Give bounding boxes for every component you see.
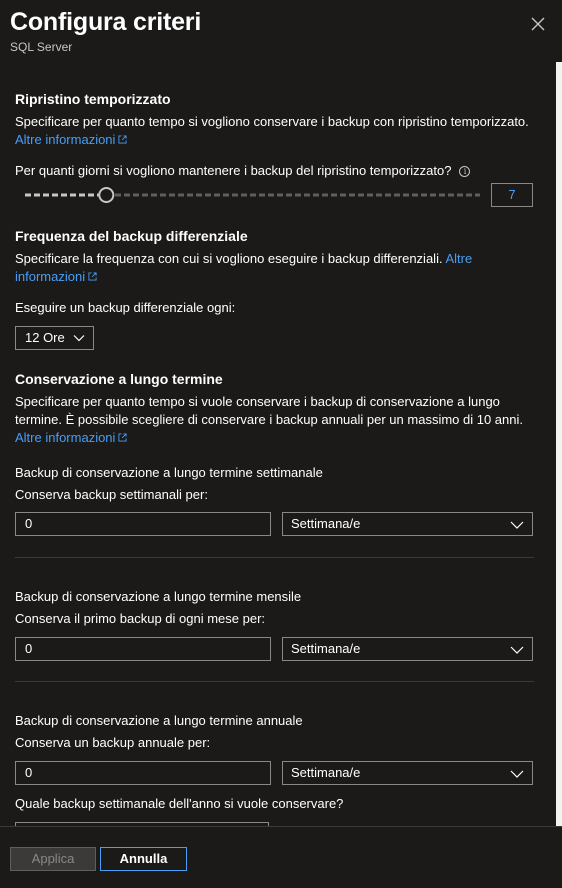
panel-subtitle: SQL Server <box>10 40 73 54</box>
weekly-retention-input[interactable]: 0 <box>15 512 271 536</box>
diff-section-title: Frequenza del backup differenziale <box>15 228 248 244</box>
ltr-more-info-link[interactable]: Altre informazioni <box>15 430 127 445</box>
scrollbar[interactable] <box>556 62 562 826</box>
weekly-unit-value: Settimana/e <box>291 516 361 531</box>
pitr-section-title: Ripristino temporizzato <box>15 91 171 107</box>
monthly-label: Conserva il primo backup di ogni mese pe… <box>15 611 266 626</box>
external-link-icon <box>118 433 127 442</box>
panel-footer: Applica Annulla <box>0 826 562 888</box>
monthly-retention-input[interactable]: 0 <box>15 637 271 661</box>
panel-header: Configura criteri SQL Server <box>0 0 562 62</box>
yearly-unit-dropdown[interactable]: Settimana/e <box>282 761 533 785</box>
divider <box>15 557 534 558</box>
chevron-down-icon <box>73 335 85 342</box>
apply-button[interactable]: Applica <box>10 847 96 871</box>
yearly-retention-input[interactable]: 0 <box>15 761 271 785</box>
weekly-label: Conserva backup settimanali per: <box>15 487 208 502</box>
weekly-heading: Backup di conservazione a lungo termine … <box>15 465 323 480</box>
chevron-down-icon <box>510 521 524 529</box>
diff-frequency-dropdown[interactable]: 12 Ore <box>15 326 94 350</box>
external-link-icon <box>118 135 127 144</box>
ltr-section-title: Conservazione a lungo termine <box>15 371 223 387</box>
panel-title: Configura criteri <box>10 8 202 36</box>
monthly-heading: Backup di conservazione a lungo termine … <box>15 589 302 604</box>
yearly-week-question: Quale backup settimanale dell'anno si vu… <box>15 796 344 811</box>
pitr-description: Specificare per quanto tempo si vogliono… <box>15 114 529 147</box>
cancel-button[interactable]: Annulla <box>100 847 187 871</box>
pitr-question-label: Per quanti giorni si vogliono mantenere … <box>15 162 471 180</box>
configure-policy-panel: Configura criteri SQL Server Ripristino … <box>0 0 562 888</box>
ltr-description: Specificare per quanto tempo si vuole co… <box>15 394 523 445</box>
close-icon[interactable] <box>528 14 548 34</box>
yearly-unit-value: Settimana/e <box>291 765 361 780</box>
divider <box>15 681 534 682</box>
external-link-icon <box>88 272 97 281</box>
info-icon[interactable]: i <box>459 166 471 177</box>
diff-frequency-value: 12 Ore <box>25 330 65 345</box>
monthly-unit-dropdown[interactable]: Settimana/e <box>282 637 533 661</box>
panel-content: Ripristino temporizzato Specificare per … <box>0 62 562 826</box>
yearly-label: Conserva un backup annuale per: <box>15 735 211 750</box>
diff-description: Specificare la frequenza con cui si vogl… <box>15 251 473 284</box>
chevron-down-icon <box>510 646 524 654</box>
weekly-unit-dropdown[interactable]: Settimana/e <box>282 512 533 536</box>
chevron-down-icon <box>510 770 524 778</box>
pitr-more-info-link[interactable]: Altre informazioni <box>15 132 127 147</box>
pitr-days-slider[interactable] <box>25 185 480 205</box>
yearly-heading: Backup di conservazione a lungo termine … <box>15 713 303 728</box>
monthly-unit-value: Settimana/e <box>291 641 361 656</box>
pitr-days-input[interactable]: 7 <box>491 183 533 207</box>
diff-frequency-label: Eseguire un backup differenziale ogni: <box>15 300 236 315</box>
